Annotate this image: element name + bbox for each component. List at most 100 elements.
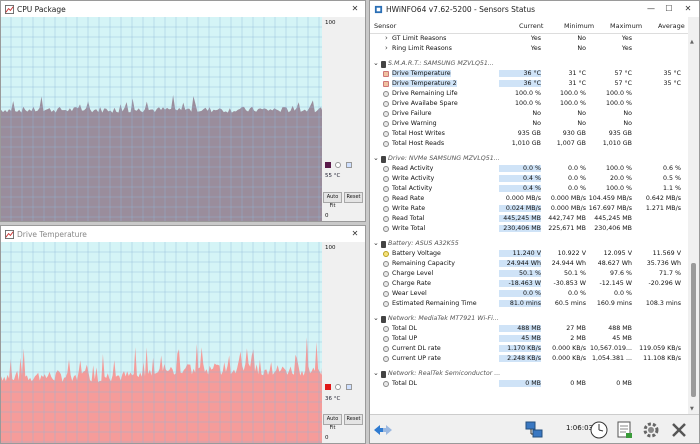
col-sensor[interactable]: Sensor (374, 22, 396, 30)
cpu-current-value: 55 °C (325, 173, 341, 179)
col-current[interactable]: Current (519, 22, 543, 30)
drive-option-radio[interactable] (335, 384, 341, 390)
cpu-option-check[interactable] (346, 162, 352, 168)
collapse-chevron-icon[interactable]: ⌄ (373, 239, 379, 247)
scroll-down-arrow[interactable]: ▼ (690, 406, 694, 412)
close-x-icon[interactable] (668, 419, 690, 441)
value-cur: 1.170 KB/s (499, 345, 541, 352)
cpu-auto-fit-button[interactable]: Auto Fit (323, 192, 342, 209)
sensor-row[interactable]: Remaining Capacity 24.944 Wh 24.944 Wh 48.6… (370, 259, 688, 269)
sensor-row[interactable]: Write Activity 0.4 % 0.0 % 20.0 % 0.5 % (370, 174, 688, 184)
vertical-scrollbar[interactable]: ▲ ▼ (688, 17, 699, 414)
value-avg: 108.3 mins (645, 300, 681, 307)
sensor-list[interactable]: › GT Limit Reasons Yes No Yes › Ring Limit Rea… (370, 34, 688, 414)
sensor-row[interactable]: Write Rate 0.024 MB/s 0.000 MB/s 167.697 MB… (370, 204, 688, 214)
sensor-row[interactable]: Read Total 445,245 MB 442,747 MB 445,245 MB (370, 214, 688, 224)
value-max: 10,567.019... (589, 345, 632, 352)
sensor-name: Total DL (392, 380, 418, 387)
scrollbar-thumb[interactable] (691, 263, 696, 397)
value-min: 60.5 mins (554, 300, 586, 307)
value-min: 0.0 % (568, 185, 586, 192)
sensor-row[interactable]: Total Host Reads 1,010 GB 1,007 GB 1,010 GB (370, 139, 688, 149)
collapse-chevron-icon[interactable]: ⌄ (373, 314, 379, 322)
sensor-group-header[interactable]: ⌄ S.M.A.R.T.: SAMSUNG MZVLQ51... (370, 59, 688, 69)
collapse-chevron-icon[interactable]: ⌄ (373, 59, 379, 67)
value-avg: 1.271 MB/s (645, 205, 681, 212)
sensor-row[interactable]: Total DL 0 MB 0 MB 0 MB (370, 379, 688, 389)
col-average[interactable]: Average (658, 22, 685, 30)
cpu-color-swatch[interactable] (325, 162, 331, 168)
sensor-gauge-icon (383, 100, 389, 107)
sensor-gauge-icon (383, 165, 389, 172)
minimize-button[interactable]: — (643, 1, 659, 17)
sensor-row[interactable]: Battery Voltage 11.240 V 10.922 V 12.095 V 1… (370, 249, 688, 259)
expand-chevron-icon[interactable]: › (385, 34, 388, 42)
drive-option-check[interactable] (346, 384, 352, 390)
sensor-row[interactable]: Charge Level 50.1 % 50.1 % 97.6 % 71.7 % (370, 269, 688, 279)
sensor-row[interactable]: Drive Warning No No No (370, 119, 688, 129)
sensor-name: Total Host Writes (392, 130, 445, 137)
drive-reset-button[interactable]: Reset (344, 414, 363, 425)
sensor-gauge-icon (383, 175, 389, 182)
value-max: 100.0 % (605, 185, 632, 192)
col-maximum[interactable]: Maximum (610, 22, 642, 30)
device-icon (381, 315, 386, 323)
sensor-gauge-icon (383, 380, 389, 387)
sensor-group-header[interactable]: ⌄ Network: RealTek Semiconductor ... (370, 369, 688, 379)
sensor-row[interactable]: Total Host Writes 935 GB 930 GB 935 GB (370, 129, 688, 139)
cpu-reset-button[interactable]: Reset (344, 192, 363, 203)
sensor-row[interactable]: Drive Temperature 2 36 °C 31 °C 57 °C 35 °C (370, 79, 688, 89)
sensor-row[interactable]: Drive Failure No No No (370, 109, 688, 119)
value-max: 230,406 MB (594, 225, 632, 232)
value-max: 100.0 % (605, 100, 632, 107)
maximize-button[interactable]: ☐ (661, 1, 677, 17)
sensor-row[interactable]: › Ring Limit Reasons Yes No Yes (370, 44, 688, 54)
cpu-window-titlebar[interactable]: CPU Package ✕ (1, 1, 365, 17)
sensor-row[interactable]: › GT Limit Reasons Yes No Yes (370, 34, 688, 44)
drive-auto-fit-button[interactable]: Auto Fit (323, 414, 342, 431)
sensor-group-header[interactable]: ⌄ Network: MediaTek MT7921 Wi-Fi... (370, 314, 688, 324)
sensor-row[interactable]: Estimated Remaining Time 81.0 mins 60.5 mi… (370, 299, 688, 309)
drive-scale-top: 100 (325, 245, 336, 251)
sensor-group-header[interactable]: ⌄ Battery: ASUS A32K55 (370, 239, 688, 249)
cpu-scale-top: 100 (325, 20, 336, 26)
sensor-row[interactable]: Current DL rate 1.170 KB/s 0.000 KB/s 10,56… (370, 344, 688, 354)
sensor-row[interactable]: Charge Rate -18.463 W -30.853 W -12.145 W -2… (370, 279, 688, 289)
cpu-scale-bottom: 0 (325, 213, 329, 219)
collapse-chevron-icon[interactable]: ⌄ (373, 154, 379, 162)
scroll-up-arrow[interactable]: ▲ (690, 39, 694, 45)
nav-arrows-icon[interactable] (372, 419, 394, 441)
sensor-row[interactable]: Total UP 45 MB 2 MB 45 MB (370, 334, 688, 344)
network-computers-icon[interactable] (523, 419, 545, 441)
sensor-row[interactable]: Read Rate 0.000 MB/s 0.000 MB/s 104.459 MB/… (370, 194, 688, 204)
sensor-row[interactable]: Write Total 230,406 MB 225,671 MB 230,406 M… (370, 224, 688, 234)
clock-icon[interactable] (588, 419, 610, 441)
value-cur: 81.0 mins (499, 300, 541, 307)
cpu-window-close-button[interactable]: ✕ (347, 1, 363, 17)
drive-color-swatch[interactable] (325, 384, 331, 390)
sensor-name: Read Rate (392, 195, 425, 202)
value-avg: 11.108 KB/s (643, 355, 681, 362)
sensor-row[interactable]: Wear Level 0.0 % 0.0 % 0.0 % (370, 289, 688, 299)
report-icon[interactable] (614, 419, 636, 441)
value-avg: 35 °C (663, 70, 681, 77)
close-button[interactable]: ✕ (680, 1, 696, 17)
sensor-group-header[interactable]: ⌄ Drive: NVMe SAMSUNG MZVLQ51... (370, 154, 688, 164)
sensor-row[interactable]: Read Activity 0.0 % 0.0 % 100.0 % 0.6 % (370, 164, 688, 174)
sensor-row[interactable]: Drive Remaining Life 100.0 % 100.0 % 100.0 … (370, 89, 688, 99)
value-max: 1,010 GB (602, 140, 632, 147)
sensor-row[interactable]: Current UP rate 2.248 KB/s 0.000 KB/s 1,054… (370, 354, 688, 364)
drive-window-titlebar[interactable]: Drive Temperature ✕ (1, 226, 365, 242)
sensor-row[interactable]: Total Activity 0.4 % 0.0 % 100.0 % 1.1 % (370, 184, 688, 194)
drive-window-close-button[interactable]: ✕ (347, 226, 363, 242)
expand-chevron-icon[interactable]: › (385, 44, 388, 52)
sensor-row[interactable]: Drive Availabe Spare 100.0 % 100.0 % 100.0 … (370, 99, 688, 109)
sensors-window-title: HWiNFO64 v7.62-5200 - Sensors Status (386, 4, 536, 14)
sensor-row[interactable]: Drive Temperature 36 °C 31 °C 57 °C 35 °C (370, 69, 688, 79)
settings-gear-icon[interactable] (640, 419, 662, 441)
col-minimum[interactable]: Minimum (564, 22, 594, 30)
collapse-chevron-icon[interactable]: ⌄ (373, 369, 379, 377)
sensor-row[interactable]: Total DL 488 MB 27 MB 488 MB (370, 324, 688, 334)
sensors-window-titlebar[interactable]: HWiNFO64 v7.62-5200 - Sensors Status — ☐… (370, 1, 699, 17)
cpu-option-radio[interactable] (335, 162, 341, 168)
